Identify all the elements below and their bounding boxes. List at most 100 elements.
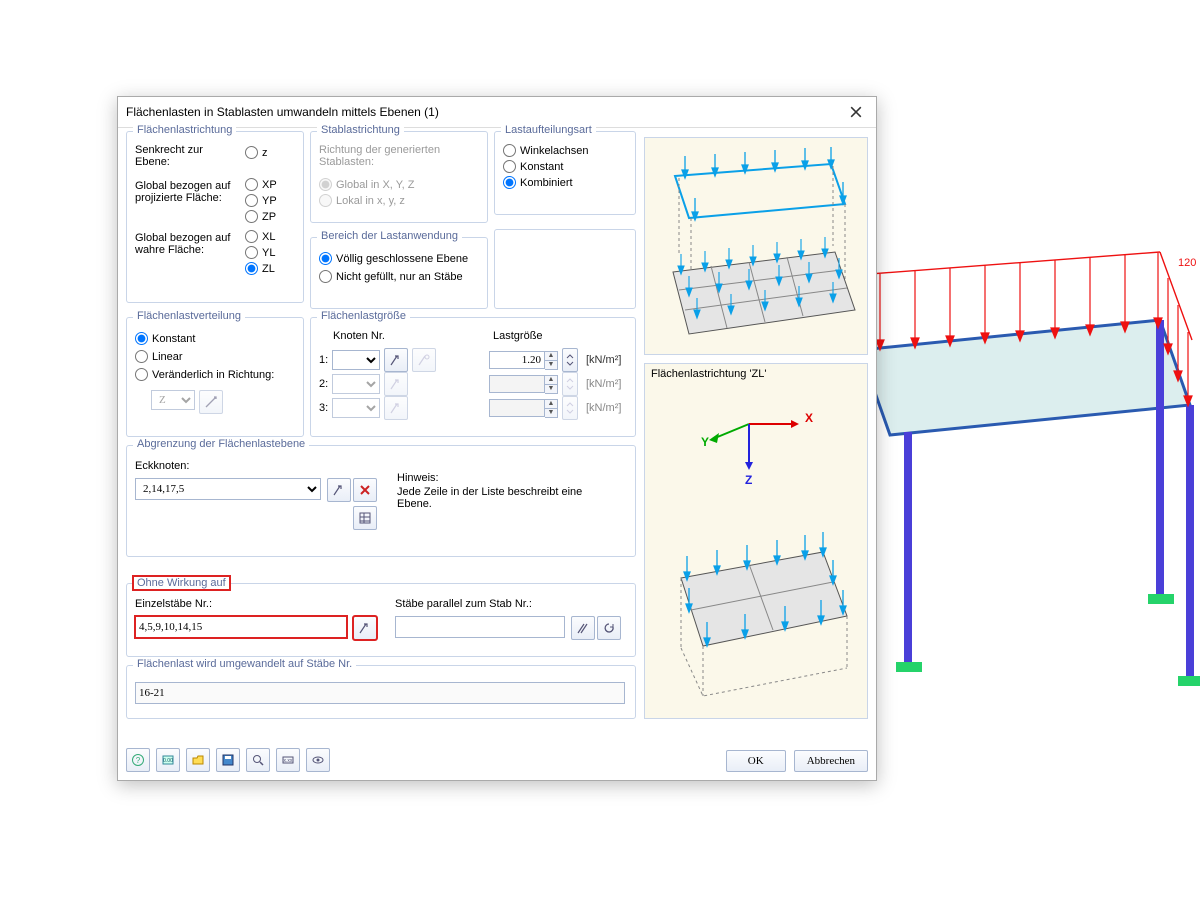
pick-members-button[interactable]: [353, 616, 377, 640]
pick-parallel-button[interactable]: [571, 616, 595, 640]
pick-node-3-button: [384, 396, 408, 420]
input-load-2: ▲▼: [489, 375, 558, 394]
label-row3: 3:: [319, 402, 328, 414]
radio-xl[interactable]: XL: [245, 230, 275, 243]
help-button[interactable]: ?: [126, 748, 150, 772]
group-label: Bereich der Lastanwendung: [317, 230, 462, 242]
label-corner-nodes: Eckknoten:: [135, 460, 189, 472]
label-hint-text: Jede Zeile in der Liste beschreibt eine …: [397, 486, 607, 510]
label-load-magnitude: Lastgröße: [493, 330, 543, 342]
group-label: Abgrenzung der Flächenlastebene: [133, 438, 309, 450]
delete-button[interactable]: [353, 478, 377, 502]
radio-global-xyz: Global in X, Y, Z: [319, 178, 414, 191]
open-button[interactable]: [186, 748, 210, 772]
dialog-convert-area-loads: Flächenlasten in Stablasten umwandeln mi…: [117, 96, 877, 781]
input-parallel-members[interactable]: [395, 616, 565, 638]
radio-not-filled[interactable]: Nicht gefüllt, nur an Stäbe: [319, 270, 463, 283]
label-true-area: Global bezogen auf wahre Fläche:: [135, 232, 239, 256]
radio-dist-constant[interactable]: Konstant: [135, 332, 195, 345]
svg-text:120: 120: [1178, 257, 1196, 269]
label-single-members: Einzelstäbe Nr.:: [135, 598, 212, 610]
group-label: Flächenlastgröße: [317, 310, 410, 322]
label-projected: Global bezogen auf projizierte Fläche:: [135, 180, 239, 204]
output-converted-members: [135, 682, 625, 704]
select-corner-nodes[interactable]: 2,14,17,5: [135, 478, 321, 500]
select-node-3: [332, 398, 380, 418]
window-title: Flächenlasten in Stablasten umwandeln mi…: [126, 97, 439, 127]
close-button[interactable]: [844, 100, 868, 124]
radio-combined[interactable]: Kombiniert: [503, 176, 573, 189]
input-single-members[interactable]: [135, 616, 347, 638]
unit-label: [kN/m²]: [586, 378, 621, 390]
stepper-load-1[interactable]: [562, 348, 578, 372]
select-axis: Z: [151, 390, 195, 410]
preview-lower: Flächenlastrichtung 'ZL' X Y Z: [644, 363, 868, 719]
pick-node-1-button[interactable]: [384, 348, 408, 372]
select-node-1[interactable]: [332, 350, 380, 370]
preview-upper: [644, 137, 868, 355]
group-label: Flächenlastrichtung: [133, 124, 236, 136]
pick-nodes-button[interactable]: [327, 478, 351, 502]
label-perpendicular: Senkrecht zur Ebene:: [135, 144, 235, 168]
radio-closed-plane[interactable]: Völlig geschlossene Ebene: [319, 252, 468, 265]
unit-label: [kN/m²]: [586, 402, 621, 414]
input-load-1[interactable]: ▲▼: [489, 351, 558, 370]
group-area-load-magnitude: Flächenlastgröße Knoten Nr. Lastgröße 1:…: [310, 317, 636, 437]
radio-constant-type[interactable]: Konstant: [503, 160, 563, 173]
radio-z[interactable]: z: [245, 146, 268, 159]
pick-node-1-alt-button: [412, 348, 436, 372]
toolbar: ? 0.00 x.xx: [126, 748, 330, 772]
view-button[interactable]: [306, 748, 330, 772]
svg-text:Z: Z: [745, 473, 752, 487]
radio-yp[interactable]: YP: [245, 194, 277, 207]
units-button[interactable]: 0.00: [156, 748, 180, 772]
label-hint-title: Hinweis:: [397, 472, 439, 484]
input-load-3: ▲▼: [489, 399, 558, 418]
radio-local-xyz: Lokal in x, y, z: [319, 194, 405, 207]
group-label: Stablastrichtung: [317, 124, 404, 136]
group-area-load-direction: Flächenlastrichtung Senkrecht zur Ebene:…: [126, 131, 304, 303]
svg-text:0.00: 0.00: [163, 758, 173, 764]
precision-button[interactable]: x.xx: [276, 748, 300, 772]
svg-text:?: ?: [136, 756, 141, 765]
preview-caption: Flächenlastrichtung 'ZL': [651, 368, 766, 380]
group-label: Flächenlastverteilung: [133, 310, 245, 322]
svg-text:X: X: [805, 411, 813, 425]
label-row1: 1:: [319, 354, 328, 366]
select-node-2: [332, 374, 380, 394]
group-plane-boundary: Abgrenzung der Flächenlastebene Eckknote…: [126, 445, 636, 557]
list-button[interactable]: [353, 506, 377, 530]
group-area-load-distribution: Flächenlastverteilung Konstant Linear Ve…: [126, 317, 304, 437]
group-label: Lastaufteilungsart: [501, 124, 596, 136]
radio-dist-variable[interactable]: Veränderlich in Richtung:: [135, 368, 274, 381]
group-no-effect-on: Ohne Wirkung auf Einzelstäbe Nr.: Stäbe …: [126, 583, 636, 657]
radio-xp[interactable]: XP: [245, 178, 277, 191]
group-member-load-direction: Stablastrichtung Richtung der generierte…: [310, 131, 488, 223]
radio-zl[interactable]: ZL: [245, 262, 275, 275]
group-empty: [494, 229, 636, 309]
find-button[interactable]: [246, 748, 270, 772]
radio-angle-axes[interactable]: Winkelachsen: [503, 144, 588, 157]
radio-dist-linear[interactable]: Linear: [135, 350, 183, 363]
label-parallel-members: Stäbe parallel zum Stab Nr.:: [395, 598, 532, 610]
radio-yl[interactable]: YL: [245, 246, 275, 259]
ok-button[interactable]: OK: [726, 750, 786, 772]
save-button[interactable]: [216, 748, 240, 772]
label-node-no: Knoten Nr.: [333, 330, 385, 342]
cancel-button[interactable]: Abbrechen: [794, 750, 868, 772]
label-hint: Richtung der generierten Stablasten:: [319, 144, 469, 168]
svg-text:Y: Y: [701, 435, 709, 449]
stepper-load-2: [562, 372, 578, 396]
pick-node-2-button: [384, 372, 408, 396]
svg-text:x.xx: x.xx: [284, 758, 293, 764]
close-icon: [850, 106, 862, 118]
group-label: Flächenlast wird umgewandelt auf Stäbe N…: [133, 658, 356, 670]
reset-parallel-button[interactable]: [597, 616, 621, 640]
radio-zp[interactable]: ZP: [245, 210, 276, 223]
group-label-highlighted: Ohne Wirkung auf: [133, 576, 230, 590]
pick-axis-button: [199, 390, 223, 414]
stepper-load-3: [562, 396, 578, 420]
group-converted-to-members: Flächenlast wird umgewandelt auf Stäbe N…: [126, 665, 636, 719]
model-3d-preview: 120: [860, 250, 1200, 720]
unit-label: [kN/m²]: [586, 354, 621, 366]
